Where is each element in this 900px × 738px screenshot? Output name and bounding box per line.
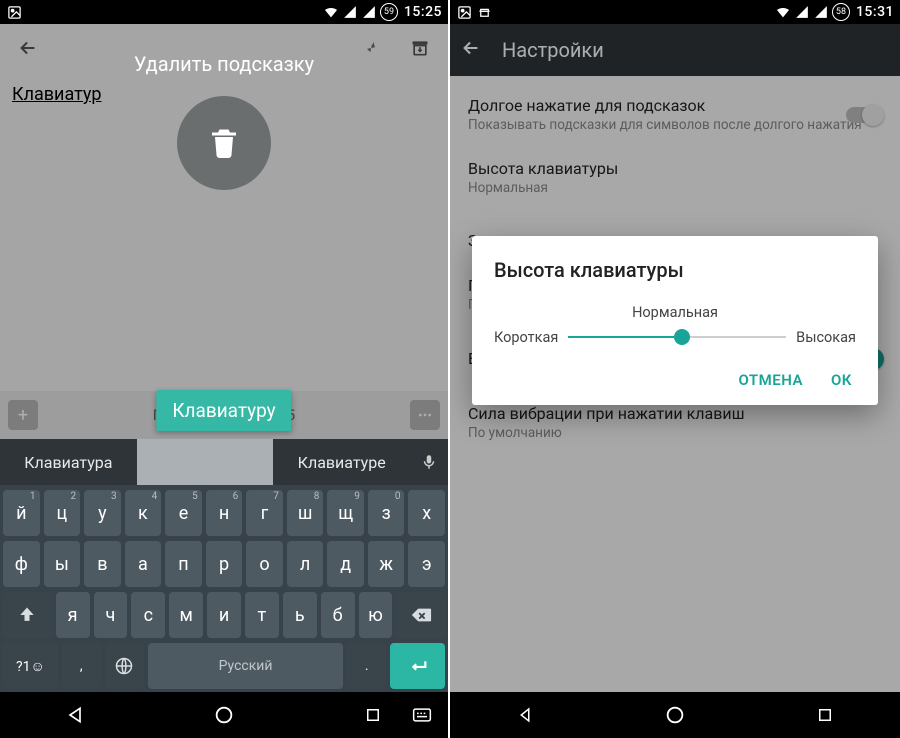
delete-suggestion-title: Удалить подсказку xyxy=(0,52,448,76)
image-icon xyxy=(456,4,472,20)
slider-max-label: Высокая xyxy=(796,329,856,346)
key-п[interactable]: п xyxy=(165,541,202,587)
ok-button[interactable]: ОК xyxy=(831,371,852,389)
key-л[interactable]: л xyxy=(287,541,324,587)
clock: 15:25 xyxy=(404,4,442,20)
more-button[interactable] xyxy=(410,400,440,430)
typed-word: Клавиатур xyxy=(12,84,101,105)
key-б[interactable]: б xyxy=(321,592,355,638)
right-app-area: Настройки Долгое нажатие для подсказок П… xyxy=(450,24,900,692)
nav-recent[interactable] xyxy=(805,695,845,735)
height-slider[interactable] xyxy=(568,327,786,347)
wifi-icon xyxy=(775,4,791,20)
key-ю[interactable]: ю xyxy=(359,592,393,638)
suggestion-row: Клавиатура Клавиатуре xyxy=(0,439,448,485)
shift-key[interactable] xyxy=(3,592,52,638)
keyboard: й1ц2у3к4е5н6г7ш8щ9з0х фывапролджэ ячсмит… xyxy=(0,485,448,692)
status-bar: 59 15:25 xyxy=(0,0,448,24)
left-app-area: Клавиатур + После хххххххххх 25 Удалить … xyxy=(0,24,448,439)
add-button[interactable]: + xyxy=(8,400,38,430)
key-т[interactable]: т xyxy=(245,592,279,638)
suggestion-selected[interactable] xyxy=(137,439,274,485)
battery-badge: 59 xyxy=(380,3,398,21)
space-key[interactable]: Русский xyxy=(148,643,343,689)
clock: 15:31 xyxy=(856,4,894,20)
nav-home[interactable] xyxy=(655,695,695,735)
image-icon xyxy=(6,4,22,20)
nav-home[interactable] xyxy=(204,695,244,735)
key-в[interactable]: в xyxy=(84,541,121,587)
signal-icon xyxy=(813,4,829,20)
key-р[interactable]: р xyxy=(206,541,243,587)
dragged-suggestion-chip[interactable]: Клавиатуру xyxy=(156,390,291,431)
signal-icon xyxy=(794,4,810,20)
key-ц[interactable]: ц2 xyxy=(44,490,81,536)
nav-bar xyxy=(0,692,448,738)
key-к[interactable]: к4 xyxy=(125,490,162,536)
key-и[interactable]: и xyxy=(207,592,241,638)
key-е[interactable]: е5 xyxy=(165,490,202,536)
key-ф[interactable]: ф xyxy=(3,541,40,587)
keyboard-height-dialog: Высота клавиатуры Нормальная Короткая Вы… xyxy=(472,236,878,405)
signal-icon xyxy=(342,4,358,20)
suggestion[interactable]: Клавиатура xyxy=(0,453,137,472)
key-м[interactable]: м xyxy=(169,592,203,638)
backspace-key[interactable] xyxy=(396,592,445,638)
battery-badge: 58 xyxy=(832,3,850,21)
key-й[interactable]: й1 xyxy=(3,490,40,536)
store-icon xyxy=(476,4,492,20)
trash-drop-target[interactable] xyxy=(177,96,271,190)
suggestion[interactable]: Клавиатуре xyxy=(273,453,410,472)
key-х[interactable]: х xyxy=(408,490,445,536)
status-bar: 58 15:31 xyxy=(450,0,900,24)
comma-key[interactable]: , xyxy=(62,643,101,689)
nav-bar xyxy=(450,692,900,738)
key-ш[interactable]: ш8 xyxy=(287,490,324,536)
key-я[interactable]: я xyxy=(56,592,90,638)
cancel-button[interactable]: ОТМЕНА xyxy=(738,371,803,389)
key-ь[interactable]: ь xyxy=(283,592,317,638)
key-о[interactable]: о xyxy=(246,541,283,587)
signal-icon xyxy=(361,4,377,20)
nav-back[interactable] xyxy=(55,695,95,735)
screen-left: 59 15:25 Клавиатур + xyxy=(0,0,450,738)
nav-back[interactable] xyxy=(505,695,545,735)
key-с[interactable]: с xyxy=(131,592,165,638)
key-щ[interactable]: щ9 xyxy=(327,490,364,536)
keyboard-switch-icon[interactable] xyxy=(402,695,442,735)
key-ы[interactable]: ы xyxy=(44,541,81,587)
wifi-icon xyxy=(323,4,339,20)
key-з[interactable]: з0 xyxy=(368,490,405,536)
dialog-title: Высота клавиатуры xyxy=(494,258,856,282)
period-key[interactable]: . xyxy=(347,643,386,689)
key-у[interactable]: у3 xyxy=(84,490,121,536)
key-ч[interactable]: ч xyxy=(94,592,128,638)
nav-recent[interactable] xyxy=(353,695,393,735)
key-э[interactable]: э xyxy=(408,541,445,587)
enter-key[interactable] xyxy=(390,643,445,689)
screen-right: 58 15:31 Настройки Долгое нажатие для по… xyxy=(450,0,900,738)
slider-min-label: Короткая xyxy=(494,329,558,346)
globe-key[interactable] xyxy=(105,643,144,689)
slider-value-label: Нормальная xyxy=(494,304,856,321)
symbols-key[interactable]: ?1☺ xyxy=(3,643,58,689)
key-н[interactable]: н6 xyxy=(206,490,243,536)
key-г[interactable]: г7 xyxy=(246,490,283,536)
key-д[interactable]: д xyxy=(327,541,364,587)
key-ж[interactable]: ж xyxy=(368,541,405,587)
mic-icon[interactable] xyxy=(410,453,448,471)
key-а[interactable]: а xyxy=(125,541,162,587)
